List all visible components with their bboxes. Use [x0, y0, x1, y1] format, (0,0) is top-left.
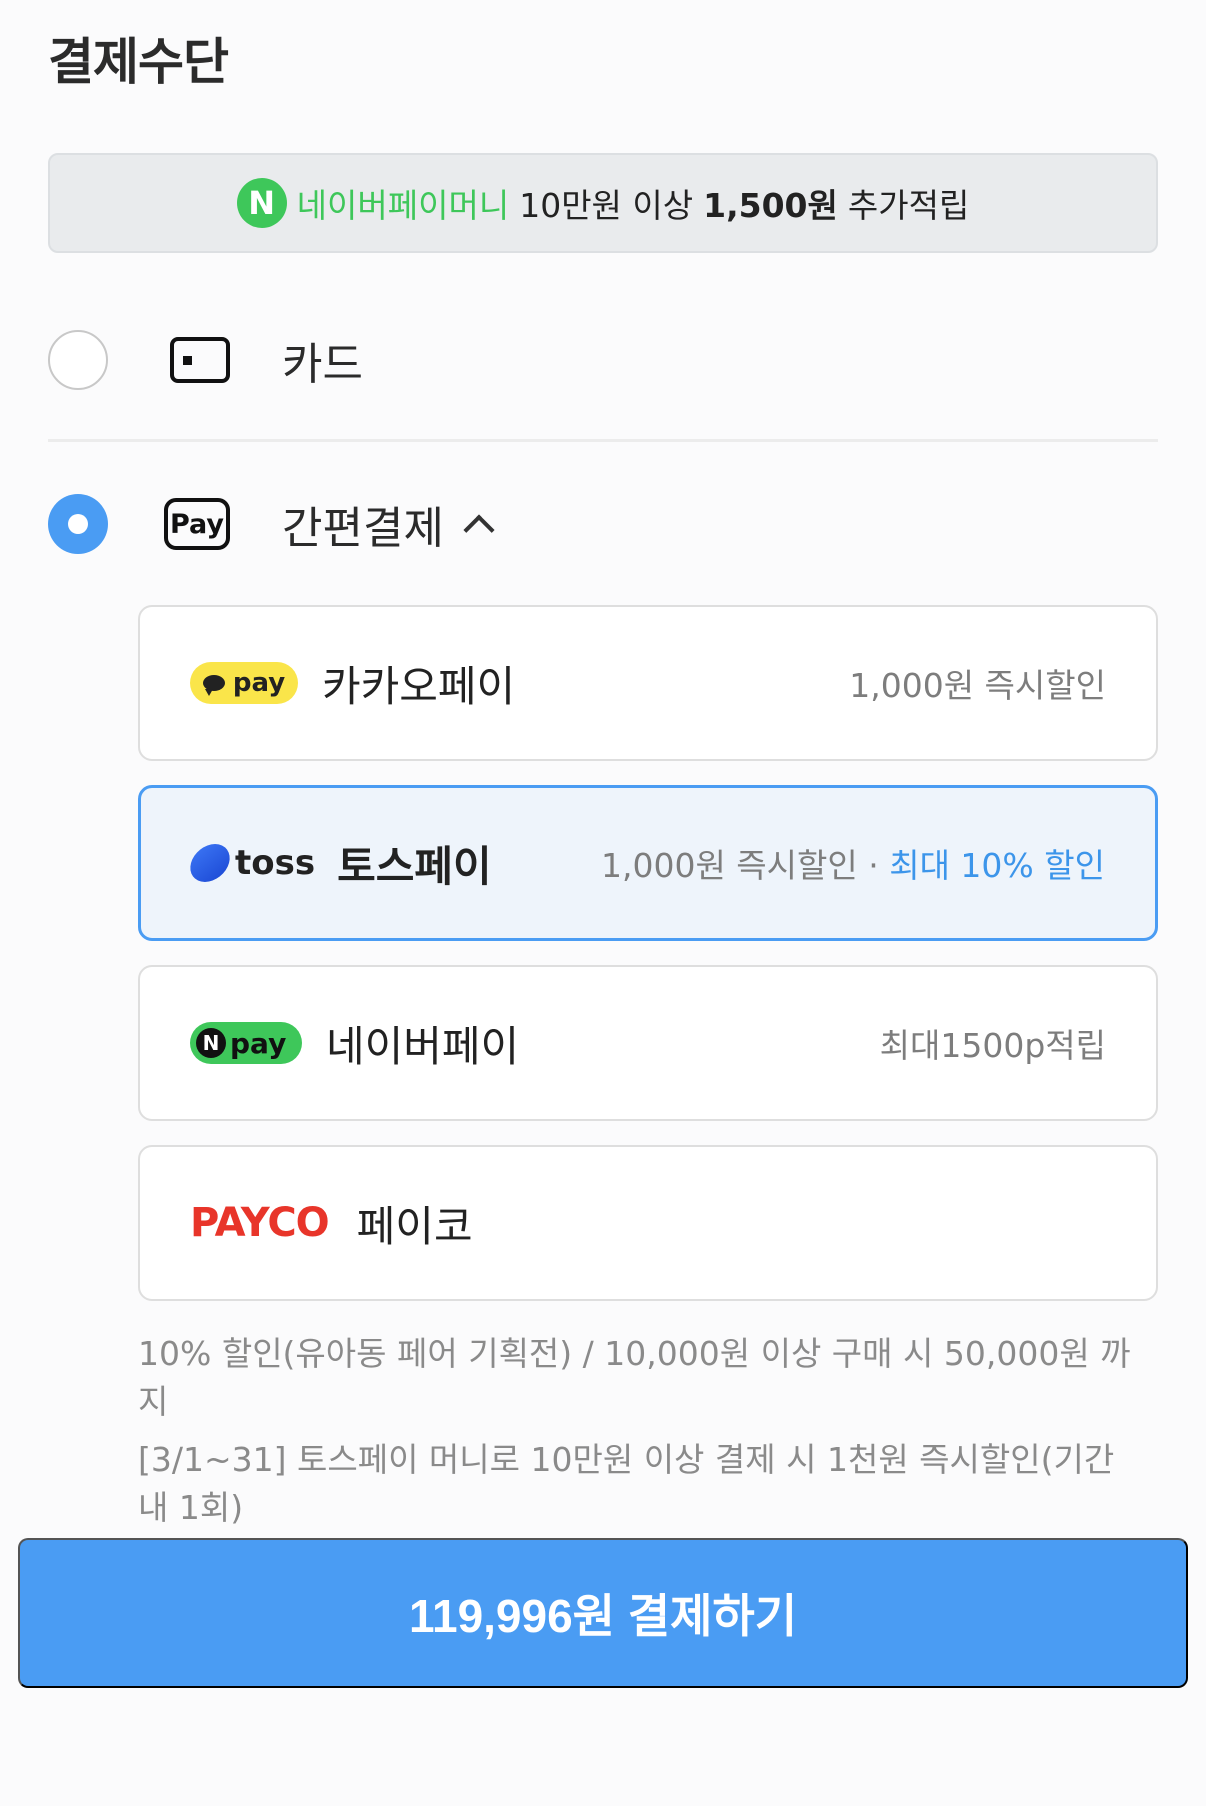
toss-mark-icon	[185, 844, 235, 882]
pay-option-benefit: 최대1500p적립	[879, 1026, 1106, 1065]
toss-logo: toss	[185, 843, 315, 883]
pay-option-name: 네이버페이	[326, 1021, 520, 1071]
speech-bubble-icon	[202, 675, 225, 696]
checkout-button[interactable]: 119,996원 결제하기	[18, 1538, 1188, 1688]
promo-suffix: 추가적립	[847, 186, 970, 225]
pay-option-naverpay[interactable]: N pay 네이버페이 최대1500p적립	[138, 965, 1158, 1121]
naverpay-logo: N pay	[190, 1022, 302, 1064]
pay-option-kakaopay[interactable]: pay 카카오페이 1,000원 즉시할인	[138, 605, 1158, 761]
method-divider	[48, 439, 1158, 442]
card-icon	[170, 337, 230, 383]
method-easy-pay-label: 간편결제	[282, 503, 444, 554]
method-easy-pay-row[interactable]: Pay 간편결제	[48, 479, 1158, 569]
pay-option-benefit: 1,000원 즉시할인 · 최대 10% 할인	[600, 846, 1105, 885]
note-item: [3/1~31] 토스페이 머니로 10만원 이상 결제 시 1천원 즉시할인(…	[138, 1440, 1115, 1527]
easy-pay-radio[interactable]	[48, 494, 108, 554]
page-title: 결제수단	[48, 33, 229, 91]
payment-notes: 10% 할인(유아동 페어 기획전) / 10,000원 이상 구매 시 50,…	[138, 1330, 1138, 1542]
chevron-up-icon[interactable]	[463, 514, 495, 546]
pay-option-payco[interactable]: PAYCO 페이코	[138, 1145, 1158, 1301]
pay-icon: Pay	[164, 498, 230, 550]
pay-option-name: 카카오페이	[322, 661, 516, 711]
card-radio[interactable]	[48, 330, 108, 390]
naver-n-icon: N	[236, 178, 287, 228]
kakaopay-logo: pay	[190, 662, 298, 704]
promo-amount: 1,500원	[703, 186, 838, 225]
method-card-label: 카드	[282, 339, 363, 390]
naverpay-money-promo-banner: N 네이버페이머니 10만원 이상 1,500원 추가적립	[48, 153, 1158, 253]
pay-option-name: 페이코	[356, 1201, 473, 1251]
pay-option-tosspay[interactable]: toss 토스페이 1,000원 즉시할인 · 최대 10% 할인	[138, 785, 1158, 941]
method-card-row[interactable]: 카드	[48, 315, 1158, 405]
promo-condition: 10만원 이상	[519, 186, 694, 225]
max-discount-highlight: 최대 10% 할인	[889, 846, 1105, 885]
naver-n-icon: N	[196, 1028, 226, 1058]
pay-option-benefit: 1,000원 즉시할인	[849, 666, 1106, 705]
pay-option-name: 토스페이	[337, 841, 492, 891]
payco-logo: PAYCO	[190, 1200, 330, 1246]
note-item: 10% 할인(유아동 페어 기획전) / 10,000원 이상 구매 시 50,…	[138, 1334, 1131, 1421]
promo-brand: 네이버페이머니	[296, 186, 510, 225]
